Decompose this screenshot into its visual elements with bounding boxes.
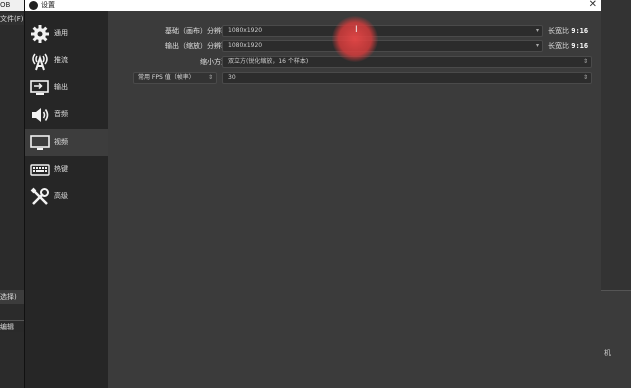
spinner-arrows-icon: ⇕ bbox=[582, 74, 588, 81]
screen: OB 文件(F) 选择) 编辑 机 设置 ✕ 通用 推流 输出 音频 视频 热键… bbox=[0, 0, 631, 388]
output-resolution-value: 1080x1920 bbox=[228, 42, 263, 49]
monitor-icon bbox=[30, 135, 50, 150]
dialog-title: 设置 bbox=[41, 1, 55, 9]
fps-type-combo[interactable]: 常用 FPS 值（帧率） ⇕ bbox=[133, 72, 217, 84]
fps-value: 30 bbox=[228, 74, 236, 81]
spinner-arrows-icon: ⇕ bbox=[207, 74, 213, 81]
base-aspect-ratio: 长宽比 9:16 bbox=[548, 25, 588, 37]
sidebar-item-audio[interactable]: 音频 bbox=[25, 101, 108, 128]
edit-label: 编辑 bbox=[0, 320, 24, 332]
controls-text: 机 bbox=[604, 349, 611, 357]
fps-type-label: 常用 FPS 值（帧率） bbox=[138, 74, 195, 81]
sidebar-item-output[interactable]: 输出 bbox=[25, 74, 108, 101]
keyboard-icon bbox=[30, 164, 50, 176]
chevron-down-icon: ▾ bbox=[535, 27, 539, 34]
sidebar-item-label: 推流 bbox=[54, 56, 68, 64]
main-window-menu-file[interactable]: 文件(F) bbox=[0, 13, 24, 25]
dialog-titlebar: 设置 ✕ bbox=[25, 0, 601, 11]
tools-icon bbox=[30, 187, 49, 205]
sidebar-item-general[interactable]: 通用 bbox=[25, 20, 108, 47]
sidebar-item-stream[interactable]: 推流 bbox=[25, 47, 108, 74]
sidebar-item-label: 输出 bbox=[54, 83, 68, 91]
sidebar-item-label: 高级 bbox=[54, 192, 68, 200]
video-settings-panel: 基础（画布）分辨率 1080x1920 ▾ 长宽比 9:16 输出（缩放）分辨率… bbox=[109, 11, 601, 388]
broadcast-icon bbox=[32, 53, 48, 71]
cursor-highlight bbox=[332, 16, 378, 62]
chevron-down-icon: ▾ bbox=[535, 42, 539, 49]
downscale-filter-combo[interactable]: 双立方(锐化缩放，16 个样本) ⇕ bbox=[222, 56, 592, 68]
sidebar-item-advanced[interactable]: 高级 bbox=[25, 183, 108, 210]
obs-logo-icon bbox=[29, 1, 38, 10]
output-aspect-ratio: 长宽比 9:16 bbox=[548, 40, 588, 52]
scene-select-label: 选择) bbox=[0, 290, 24, 304]
settings-dialog: 设置 ✕ 通用 推流 输出 音频 视频 热键 高级 基础（画布）分辨率 1080… bbox=[24, 0, 601, 388]
main-window-title: OB bbox=[0, 0, 24, 11]
spinner-arrows-icon: ⇕ bbox=[582, 58, 588, 65]
sidebar-item-video[interactable]: 视频 bbox=[25, 129, 108, 156]
text-cursor-icon: I bbox=[355, 25, 358, 35]
aspect-value: 9:16 bbox=[571, 27, 589, 35]
base-resolution-label: 基础（画布）分辨率 bbox=[165, 27, 228, 35]
output-resolution-combo[interactable]: 1080x1920 ▾ bbox=[222, 40, 543, 52]
base-resolution-combo[interactable]: 1080x1920 ▾ bbox=[222, 25, 543, 37]
controls-panel bbox=[600, 290, 631, 388]
aspect-label: 长宽比 bbox=[548, 42, 569, 50]
output-resolution-label: 输出（缩放）分辨率 bbox=[165, 42, 228, 50]
gear-icon bbox=[31, 25, 49, 43]
sidebar-item-label: 通用 bbox=[54, 29, 68, 37]
sidebar-item-label: 视频 bbox=[54, 138, 68, 146]
downscale-filter-value: 双立方(锐化缩放，16 个样本) bbox=[228, 58, 309, 65]
sidebar-item-hotkeys[interactable]: 热键 bbox=[25, 156, 108, 183]
fps-value-combo[interactable]: 30 ⇕ bbox=[222, 72, 592, 84]
close-button[interactable]: ✕ bbox=[589, 0, 597, 10]
base-resolution-value: 1080x1920 bbox=[228, 27, 263, 34]
aspect-value: 9:16 bbox=[571, 42, 589, 50]
speaker-icon bbox=[32, 108, 49, 122]
output-icon bbox=[30, 80, 49, 95]
sidebar-item-label: 热键 bbox=[54, 165, 68, 173]
settings-sidebar: 通用 推流 输出 音频 视频 热键 高级 bbox=[25, 11, 108, 388]
aspect-label: 长宽比 bbox=[548, 27, 569, 35]
sidebar-item-label: 音频 bbox=[54, 110, 68, 118]
